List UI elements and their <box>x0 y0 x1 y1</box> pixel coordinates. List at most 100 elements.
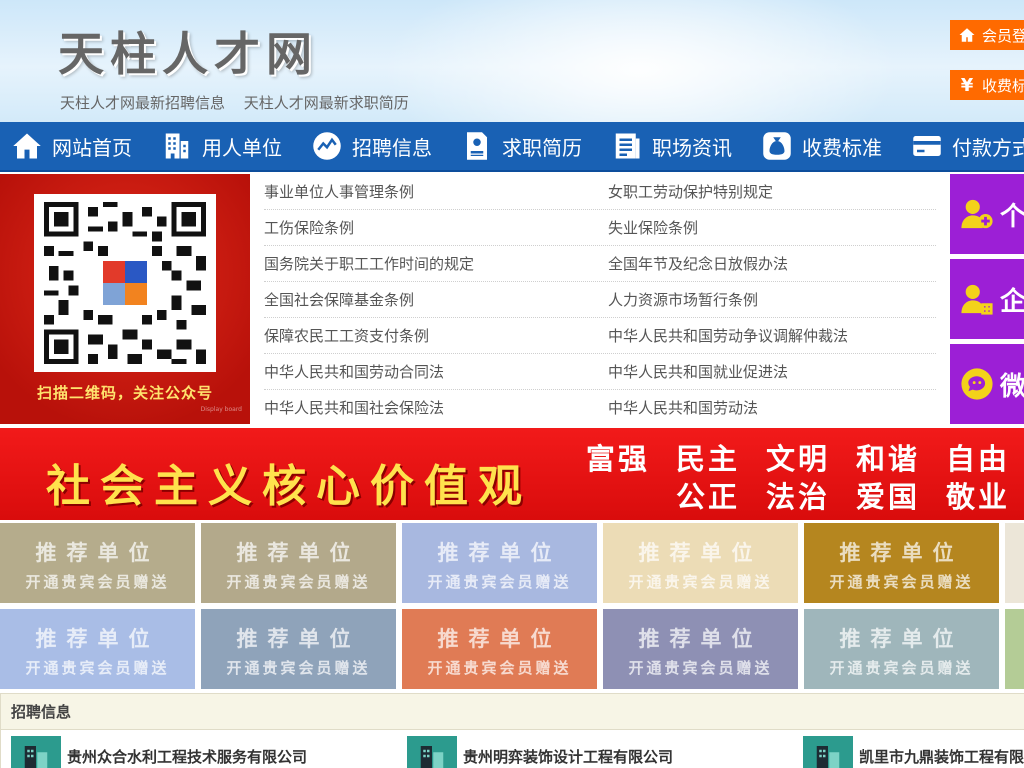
company-item[interactable]: 贵州明弈装饰设计工程有限公司 <box>407 736 673 768</box>
law-row: 中华人民共和国社会保险法 中华人民共和国劳动法 <box>264 390 936 426</box>
banner-values: 富强 民主 文明 和谐 自由 公正 法治 爱国 敬业 <box>586 436 1024 514</box>
law-link[interactable]: 失业保险条例 <box>608 210 936 245</box>
recommended-unit-tile[interactable]: 推荐单位开通贵宾会员赠送 <box>603 523 798 603</box>
money-bag-icon <box>763 132 791 160</box>
law-row: 保障农民工工资支付条例 中华人民共和国劳动争议调解仲裁法 <box>264 318 936 354</box>
side-button-label: 个 <box>1000 201 1024 232</box>
recommended-unit-tile[interactable]: 推荐单位开通贵宾会员赠送 <box>1005 609 1024 689</box>
nav-item-news[interactable]: 职场资讯 <box>600 122 750 170</box>
nav-item-employers[interactable]: 用人单位 <box>150 122 300 170</box>
nav-item-resumes[interactable]: 求职简历 <box>450 122 600 170</box>
company-name: 贵州明弈装饰设计工程有限公司 <box>463 747 674 766</box>
recommended-unit-tile[interactable]: 推荐单位开通贵宾会员赠送 <box>804 523 999 603</box>
core-values-banner[interactable]: 社会主义核心价值观 富强 民主 文明 和谐 自由 公正 法治 爱国 敬业 <box>0 428 1024 520</box>
nav-label: 职场资讯 <box>652 135 732 160</box>
add-user-icon <box>961 199 993 229</box>
value-word: 敬业 <box>945 480 1010 514</box>
tile-title: 推荐单位 <box>839 541 964 565</box>
law-link[interactable]: 中华人民共和国劳动法 <box>608 390 936 426</box>
law-link[interactable]: 人力资源市场暂行条例 <box>608 282 936 317</box>
tile-subtitle: 开通贵宾会员赠送 <box>628 573 773 591</box>
fee-standard-button[interactable]: ¥ 收费标 <box>950 70 1024 100</box>
recommended-unit-tile[interactable]: 推荐单位开通贵宾会员赠送 <box>201 609 396 689</box>
tile-subtitle: 开通贵宾会员赠送 <box>25 659 170 677</box>
law-link[interactable]: 全国年节及纪念日放假办法 <box>608 246 936 281</box>
nav-item-payment[interactable]: 付款方式 <box>900 122 1024 170</box>
yen-icon: ¥ <box>960 74 974 96</box>
tile-title: 推荐单位 <box>437 541 562 565</box>
law-list: 事业单位人事管理条例 女职工劳动保护特别规定 工伤保险条例 失业保险条例 国务院… <box>264 174 936 426</box>
nav-item-jobs[interactable]: 招聘信息 <box>300 122 450 170</box>
tile-subtitle: 开通贵宾会员赠送 <box>1005 571 1024 592</box>
nav-label: 招聘信息 <box>352 135 432 160</box>
recommended-unit-tile[interactable]: 推荐单位开通贵宾会员赠送 <box>201 523 396 603</box>
law-link[interactable]: 中华人民共和国社会保险法 <box>264 390 608 426</box>
law-link[interactable]: 国务院关于职工工作时间的规定 <box>264 246 608 281</box>
home-icon <box>959 28 975 42</box>
tile-title: 推荐单位 <box>35 627 160 651</box>
site-title[interactable]: 天柱人才网 <box>58 18 318 84</box>
member-login-button[interactable]: 会员登 <box>950 20 1024 50</box>
law-link[interactable]: 中华人民共和国就业促进法 <box>608 354 936 389</box>
company-logo-icon <box>407 736 457 768</box>
banner-title: 社会主义核心价值观 <box>46 461 532 512</box>
law-link[interactable]: 女职工劳动保护特别规定 <box>608 174 936 209</box>
tile-subtitle: 开通贵宾会员赠送 <box>829 659 974 677</box>
nav-label: 网站首页 <box>52 135 132 160</box>
recommended-unit-tile[interactable]: 推荐单位开通贵宾会员赠送 <box>402 523 597 603</box>
qr-tiny-text: Display board <box>200 406 242 413</box>
company-item[interactable]: 贵州众合水利工程技术服务有限公司 <box>11 736 307 768</box>
recommended-unit-tile[interactable]: 推荐单位开通贵宾会员赠送 <box>804 609 999 689</box>
side-button-label: 企 <box>1000 286 1024 317</box>
recruitment-section: 招聘信息 贵州众合水利工程技术服务有限公司 贵州明弈装饰设计工程有限公司 凯里市… <box>0 693 1024 768</box>
site-header: 天柱人才网 天柱人才网最新招聘信息 天柱人才网最新求职简历 会员登 ¥ 收费标 <box>0 0 1024 122</box>
banner-values-line1: 富强 民主 文明 和谐 自由 <box>586 436 1024 476</box>
company-member-button[interactable]: 企 <box>950 259 1024 339</box>
home-icon <box>13 133 41 159</box>
header-links: 天柱人才网最新招聘信息 天柱人才网最新求职简历 <box>60 92 423 113</box>
personal-member-button[interactable]: 个 <box>950 174 1024 254</box>
latest-resumes-link[interactable]: 天柱人才网最新求职简历 <box>244 94 409 112</box>
recommended-unit-tile[interactable]: 推荐单位开通贵宾会员赠送 <box>0 609 195 689</box>
nav-item-home[interactable]: 网站首页 <box>0 122 150 170</box>
tile-title: 推荐单位 <box>236 541 361 565</box>
latest-jobs-link[interactable]: 天柱人才网最新招聘信息 <box>60 94 225 112</box>
tile-subtitle: 开通贵宾会员赠送 <box>25 573 170 591</box>
recommended-unit-tile[interactable]: 推荐单位开通贵宾会员赠送 <box>603 609 798 689</box>
value-word: 民主 <box>675 442 740 476</box>
recommended-unit-tile[interactable]: 推荐单位开通贵宾会员赠送 <box>402 609 597 689</box>
value-word: 文明 <box>765 442 830 476</box>
law-link[interactable]: 事业单位人事管理条例 <box>264 174 608 209</box>
law-row: 国务院关于职工工作时间的规定 全国年节及纪念日放假办法 <box>264 246 936 282</box>
member-login-label: 会员登 <box>982 26 1024 45</box>
law-link[interactable]: 保障农民工工资支付条例 <box>264 318 608 353</box>
tile-title: 推荐单位 <box>35 541 160 565</box>
tile-title: 推荐单位 <box>638 627 763 651</box>
qr-code-icon <box>44 202 206 364</box>
value-word: 和谐 <box>855 442 920 476</box>
resume-icon <box>467 132 487 160</box>
card-icon <box>913 136 941 156</box>
law-row: 事业单位人事管理条例 女职工劳动保护特别规定 <box>264 174 936 210</box>
main-nav: 网站首页 用人单位 招聘信息 求职简历 职场资讯 收费标准 付款方式 <box>0 122 1024 172</box>
law-link[interactable]: 全国社会保障基金条例 <box>264 282 608 317</box>
fee-standard-label: 收费标 <box>982 76 1024 95</box>
qr-code-panel: 扫描二维码，关注公众号 Display board <box>0 174 250 424</box>
news-icon <box>615 133 640 159</box>
value-word: 公正 <box>675 480 740 514</box>
company-user-icon <box>961 284 993 315</box>
recommended-unit-tile[interactable]: 推荐单位开通贵宾会员赠送 <box>1005 523 1024 603</box>
recruitment-list: 贵州众合水利工程技术服务有限公司 贵州明弈装饰设计工程有限公司 凯里市九鼎装饰工… <box>1 730 1024 768</box>
nav-label: 用人单位 <box>202 135 282 160</box>
tile-title: 推荐单位 <box>638 541 763 565</box>
company-logo-icon <box>11 736 61 768</box>
recommended-unit-tile[interactable]: 推荐单位开通贵宾会员赠送 <box>0 523 195 603</box>
law-link[interactable]: 中华人民共和国劳动合同法 <box>264 354 608 389</box>
tile-subtitle: 开通贵宾会员赠送 <box>226 659 371 677</box>
company-item[interactable]: 凯里市九鼎装饰工程有限公司 <box>803 736 1024 768</box>
wechat-button[interactable]: 微 <box>950 344 1024 424</box>
law-link[interactable]: 工伤保险条例 <box>264 210 608 245</box>
law-row: 中华人民共和国劳动合同法 中华人民共和国就业促进法 <box>264 354 936 390</box>
nav-item-fees[interactable]: 收费标准 <box>750 122 900 170</box>
law-link[interactable]: 中华人民共和国劳动争议调解仲裁法 <box>608 318 936 353</box>
